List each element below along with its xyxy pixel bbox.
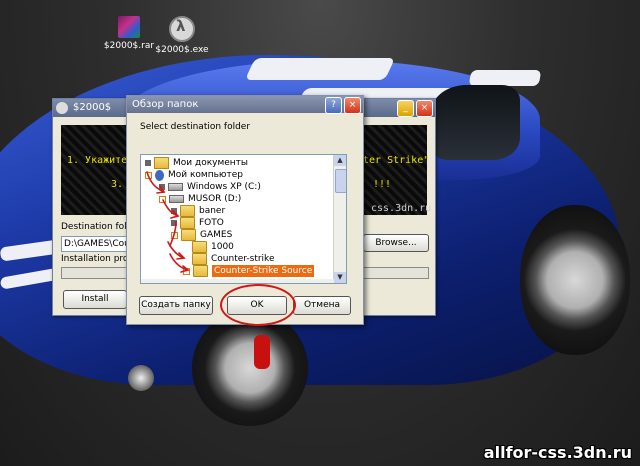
annotation-arrow — [169, 221, 177, 247]
ok-highlight-circle — [220, 284, 296, 326]
annotation-arrows — [146, 171, 190, 273]
